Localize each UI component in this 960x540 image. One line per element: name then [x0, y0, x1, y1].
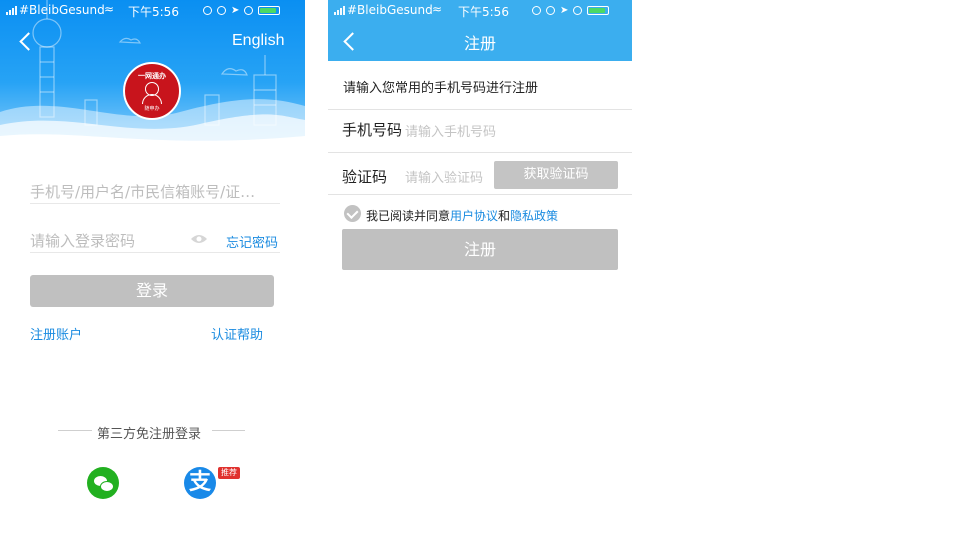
privacy-policy-link[interactable]: 隐私政策 [510, 209, 558, 223]
moon-icon [532, 5, 541, 15]
location-icon: ➤ [560, 4, 569, 16]
lock-rotation-icon [546, 5, 555, 15]
phone-input[interactable]: 请输入手机号码 [405, 121, 496, 140]
row-divider [328, 152, 632, 153]
page-title: 注册 [463, 34, 496, 53]
moon-icon [203, 5, 212, 15]
code-label: 验证码 [342, 168, 388, 186]
user-agreement-link[interactable]: 用户协议 [450, 209, 498, 223]
row-divider [328, 109, 632, 110]
status-bar: #BleibGesund ≈ 下午5:56 ➤ [328, 0, 632, 20]
alarm-icon [244, 5, 254, 15]
register-screen: #BleibGesund ≈ 下午5:56 ➤ 注册 请输入您常用的手机号码进行… [328, 0, 632, 540]
app-logo: 一网通办 随申办 [123, 62, 181, 120]
status-bar: #BleibGesund ≈ 下午5:56 ➤ [0, 0, 305, 20]
carrier-area: #BleibGesund [6, 3, 105, 17]
battery-icon [587, 5, 610, 15]
logo-bottom-text: 随申办 [144, 106, 160, 112]
login-screen: #BleibGesund ≈ 下午5:56 ➤ English 一网通办 随申办… [0, 0, 305, 540]
signal-icon [334, 6, 345, 15]
alarm-icon [573, 5, 583, 15]
wifi-icon: ≈ [104, 2, 115, 16]
recommended-badge: 推荐 [218, 467, 240, 479]
logo-top-text: 一网通办 [138, 72, 166, 80]
eye-icon[interactable] [190, 233, 208, 245]
signal-icon [6, 6, 17, 15]
row-divider [328, 194, 632, 195]
login-button[interactable]: 登录 [30, 275, 274, 307]
location-icon: ➤ [231, 4, 240, 16]
register-instruction: 请输入您常用的手机号码进行注册 [343, 81, 539, 96]
username-input[interactable]: 手机号/用户名/市民信箱账号/证… [30, 181, 280, 202]
agree-and: 和 [498, 209, 511, 223]
third-party-login-label: 第三方免注册登录 [97, 427, 202, 442]
agree-prefix: 我已阅读并同意 [366, 209, 451, 223]
wifi-icon: ≈ [432, 2, 443, 16]
register-account-link[interactable]: 注册账户 [30, 324, 82, 343]
wechat-login-icon[interactable] [87, 467, 119, 499]
password-input[interactable]: 请输入登录密码 [30, 230, 135, 251]
password-underline [30, 252, 280, 253]
get-code-button[interactable]: 获取验证码 [494, 161, 618, 189]
phone-label: 手机号码 [342, 121, 403, 139]
language-switch-link[interactable]: English [232, 32, 284, 50]
username-underline [30, 203, 280, 204]
carrier-name: #BleibGesund [19, 3, 105, 17]
register-button[interactable]: 注册 [342, 229, 618, 270]
auth-help-link[interactable]: 认证帮助 [211, 324, 263, 343]
lock-rotation-icon [217, 5, 226, 15]
battery-icon [258, 5, 281, 15]
carrier-area: #BleibGesund [334, 3, 433, 17]
forgot-password-link[interactable]: 忘记密码 [226, 232, 278, 251]
code-input[interactable]: 请输入验证码 [405, 167, 483, 186]
divider-left [58, 430, 92, 431]
agree-checkbox[interactable] [344, 205, 361, 222]
logo-mark-base [142, 94, 162, 104]
status-time: 下午5:56 [458, 5, 509, 19]
alipay-login-icon[interactable]: 支 [184, 467, 216, 499]
status-time: 下午5:56 [128, 5, 179, 19]
agreement-text: 我已阅读并同意用户协议和隐私政策 [366, 207, 558, 224]
carrier-name: #BleibGesund [347, 3, 433, 17]
divider-right [212, 430, 245, 431]
